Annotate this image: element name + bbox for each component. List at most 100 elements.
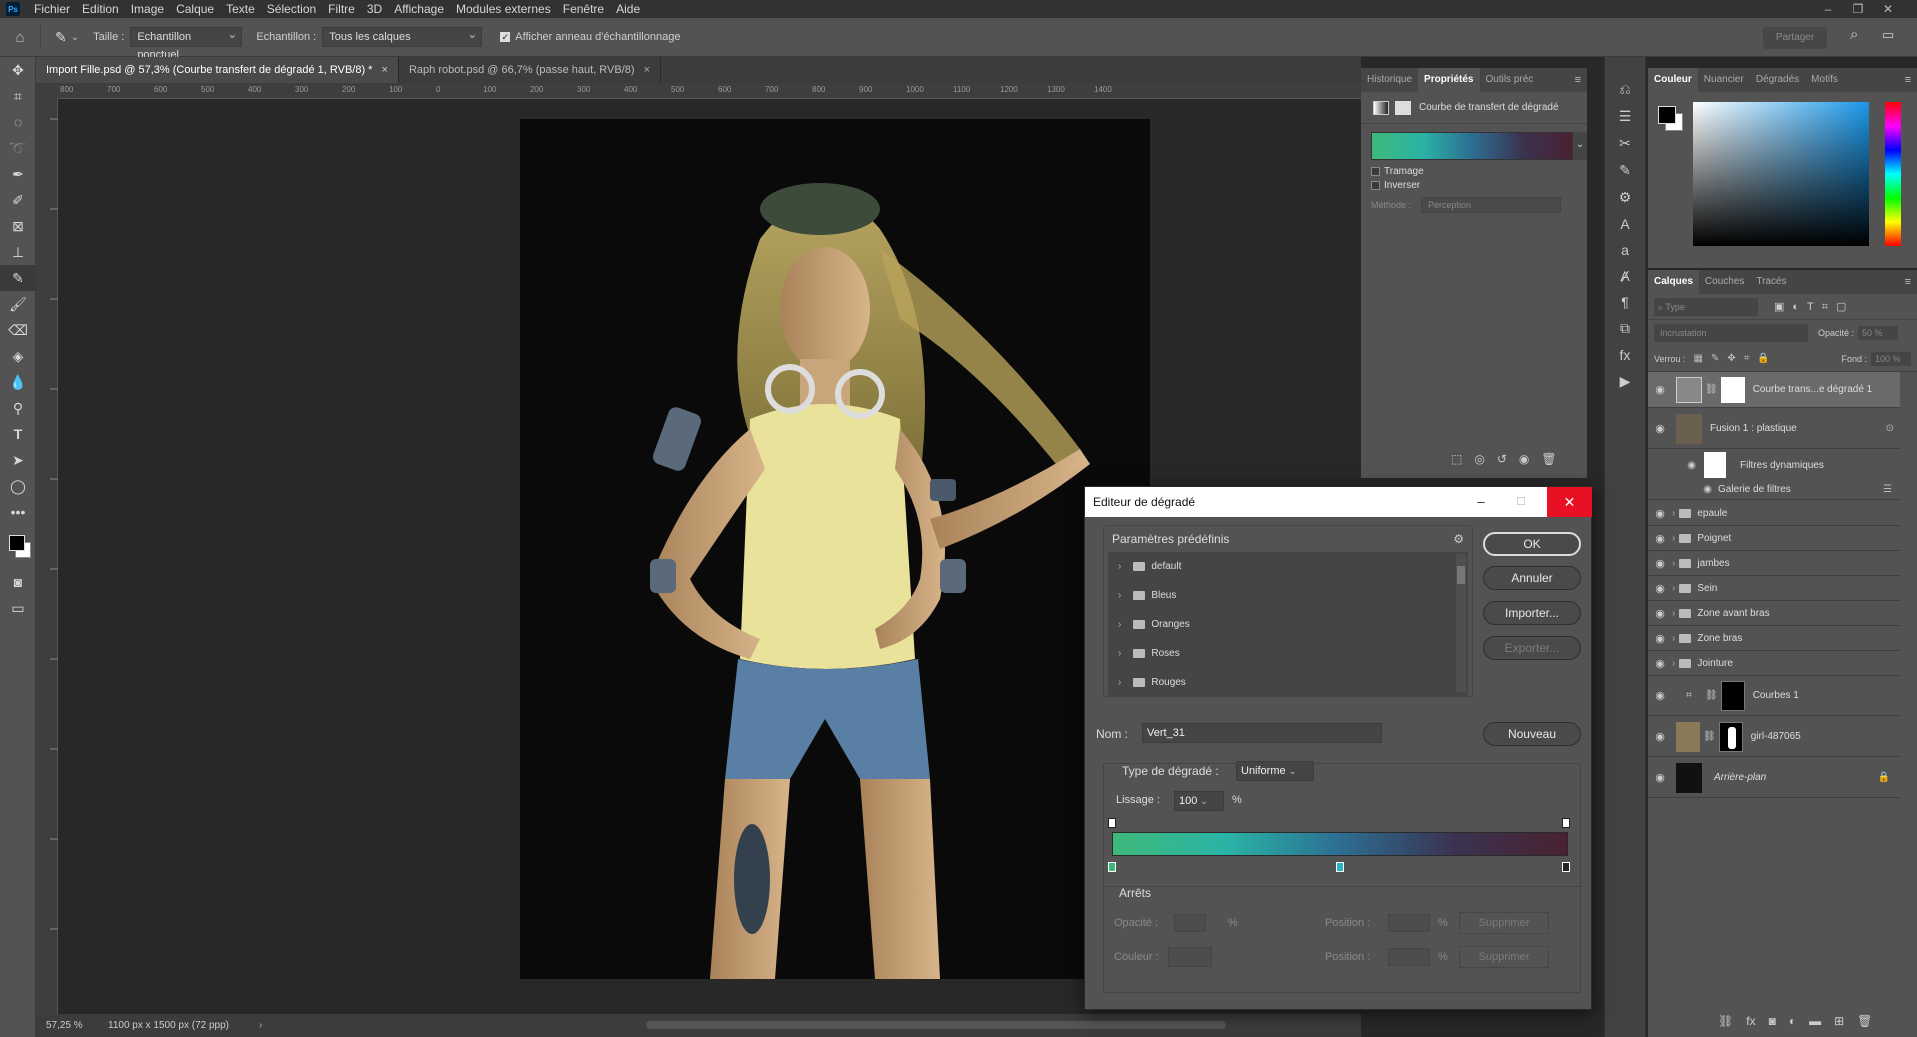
new-group-icon[interactable]: ▬ bbox=[1809, 1014, 1821, 1028]
brush-tool-icon[interactable]: 🖌 bbox=[0, 291, 36, 317]
eye-icon[interactable]: ◉ bbox=[1648, 730, 1672, 743]
character-icon[interactable]: A bbox=[1620, 216, 1629, 232]
preset-folder[interactable]: › Bleus bbox=[1108, 581, 1468, 610]
eye-icon[interactable]: ◉ bbox=[1648, 422, 1672, 435]
chevron-right-icon[interactable]: › bbox=[1118, 619, 1121, 630]
tab-couleur[interactable]: Couleur bbox=[1648, 68, 1698, 92]
path-selection-tool-icon[interactable]: ➤ bbox=[0, 447, 36, 473]
clone-source-icon[interactable]: ⧉ bbox=[1620, 320, 1630, 337]
more-tools-icon[interactable]: ••• bbox=[0, 499, 36, 525]
chevron-right-icon[interactable]: › bbox=[1672, 658, 1675, 669]
eyedropper-tool-icon[interactable]: ✎ bbox=[0, 265, 36, 291]
link-icon[interactable]: ⛓ bbox=[1705, 384, 1718, 395]
menu-selection[interactable]: Sélection bbox=[261, 2, 322, 16]
chevron-right-icon[interactable]: › bbox=[1118, 590, 1121, 601]
crop-tool-icon[interactable]: ⌗ bbox=[0, 83, 36, 109]
name-input[interactable]: Vert_31 bbox=[1142, 723, 1382, 743]
chevron-down-icon[interactable]: ⌄ bbox=[1573, 132, 1587, 160]
menu-3d[interactable]: 3D bbox=[361, 2, 388, 16]
link-icon[interactable]: ⛓ bbox=[1705, 690, 1718, 701]
move-tool-icon[interactable]: ✥ bbox=[0, 57, 36, 83]
import-button[interactable]: Importer... bbox=[1483, 601, 1581, 625]
gradient-type-select[interactable]: Uniforme ⌄ bbox=[1236, 761, 1314, 781]
color-swatch-input[interactable] bbox=[1168, 947, 1212, 967]
layer-row-gradient-map[interactable]: ◉ ⛓ Courbe trans...e dégradé 1 bbox=[1648, 372, 1900, 408]
status-arrow-icon[interactable]: › bbox=[259, 1020, 262, 1031]
tab-historique[interactable]: Historique bbox=[1361, 68, 1418, 92]
menu-modules-externes[interactable]: Modules externes bbox=[450, 2, 557, 16]
gradient-preview[interactable]: ⌄ bbox=[1371, 132, 1587, 160]
foreground-swatch[interactable] bbox=[1658, 106, 1676, 124]
filter-options-icon[interactable]: ☰ bbox=[1883, 484, 1892, 495]
color-stop-left[interactable] bbox=[1108, 862, 1116, 872]
eye-icon[interactable]: ◉ bbox=[1648, 383, 1672, 396]
layer-row-smart-filters[interactable]: ◉ Filtres dynamiques bbox=[1648, 450, 1900, 480]
styles-fx-icon[interactable]: fx bbox=[1620, 347, 1631, 363]
echantillon-select[interactable]: Tous les calques bbox=[322, 25, 483, 47]
layer-row-fusion[interactable]: ◉ Fusion 1 : plastique ⊙ bbox=[1648, 409, 1900, 449]
share-button[interactable]: Partager bbox=[1763, 27, 1827, 49]
link-icon[interactable]: ⛓ bbox=[1703, 731, 1716, 742]
opacity-input[interactable] bbox=[1174, 914, 1206, 932]
color-stop-right[interactable] bbox=[1562, 862, 1570, 872]
tab-proprietes[interactable]: Propriétés bbox=[1418, 68, 1480, 92]
quick-mask-icon[interactable]: ◙ bbox=[0, 569, 36, 595]
preset-folder[interactable]: › Oranges bbox=[1108, 610, 1468, 639]
eye-icon[interactable]: ◉ bbox=[1648, 507, 1672, 520]
pen-tool-icon[interactable]: ✒ bbox=[0, 161, 36, 187]
color-field[interactable] bbox=[1693, 102, 1869, 246]
layer-row-group[interactable]: ◉ › Sein bbox=[1648, 576, 1900, 601]
tools-preset-icon[interactable]: ✂ bbox=[1619, 135, 1631, 152]
paragraph-styles-icon[interactable]: a bbox=[1621, 242, 1629, 258]
clip-to-layer-icon[interactable]: ⬚ bbox=[1451, 452, 1462, 466]
eyedropper-tool-icon[interactable]: ✎ bbox=[55, 29, 67, 46]
layer-row-group[interactable]: ◉ › Zone avant bras bbox=[1648, 601, 1900, 626]
layer-row-group[interactable]: ◉ › jambes bbox=[1648, 551, 1900, 576]
chevron-right-icon[interactable]: › bbox=[1118, 677, 1121, 688]
tab-outils-prec[interactable]: Outils préc bbox=[1480, 68, 1540, 92]
layer-row-filter-gallery[interactable]: ◉ Galerie de filtres ☰ bbox=[1648, 480, 1900, 500]
tramage-option[interactable]: Tramage bbox=[1371, 166, 1587, 177]
quick-selection-tool-icon[interactable]: ✐ bbox=[0, 187, 36, 213]
add-mask-icon[interactable]: ◙ bbox=[1769, 1014, 1776, 1028]
minimize-icon[interactable]: – bbox=[1461, 487, 1501, 517]
menu-affichage[interactable]: Affichage bbox=[388, 2, 450, 16]
layer-row-photo[interactable]: ◉ ⛓ girl-487065 bbox=[1648, 717, 1900, 757]
adjustments-icon[interactable]: ☰ bbox=[1619, 108, 1632, 125]
menu-fenetre[interactable]: Fenêtre bbox=[557, 2, 610, 16]
layer-row-curves[interactable]: ◉ ⌗ ⛓ Courbes 1 bbox=[1648, 676, 1900, 716]
mask-icon[interactable] bbox=[1395, 100, 1411, 115]
opacity-stop-left[interactable] bbox=[1108, 818, 1116, 828]
blur-tool-icon[interactable]: 💧 bbox=[0, 369, 36, 395]
visibility-icon[interactable]: ◉ bbox=[1519, 452, 1529, 466]
eye-icon[interactable]: ◉ bbox=[1648, 460, 1696, 471]
tab-calques[interactable]: Calques bbox=[1648, 270, 1699, 294]
horizontal-scrollbar[interactable] bbox=[646, 1021, 1226, 1029]
layer-row-group[interactable]: ◉ › Zone bras bbox=[1648, 626, 1900, 651]
tool-preset-chevron-icon[interactable]: ⌄ bbox=[71, 32, 79, 43]
eye-icon[interactable]: ◉ bbox=[1648, 532, 1672, 545]
lock-icons[interactable]: ▦✎✥⌗🔒 bbox=[1694, 353, 1778, 364]
menu-texte[interactable]: Texte bbox=[220, 2, 261, 16]
eye-icon[interactable]: ◉ bbox=[1648, 557, 1672, 570]
eye-icon[interactable]: ◉ bbox=[1648, 607, 1672, 620]
search-icon[interactable]: ⌕ bbox=[1850, 26, 1858, 43]
panel-menu-icon[interactable]: ≡ bbox=[1569, 68, 1587, 92]
cancel-button[interactable]: Annuler bbox=[1483, 566, 1581, 590]
chevron-right-icon[interactable]: › bbox=[1118, 561, 1121, 572]
tab-couches[interactable]: Couches bbox=[1699, 270, 1750, 294]
lasso-tool-icon[interactable]: ➰ bbox=[0, 135, 36, 161]
tab-traces[interactable]: Tracés bbox=[1750, 270, 1792, 294]
new-button[interactable]: Nouveau bbox=[1483, 722, 1581, 746]
marquee-tool-icon[interactable]: ◌ bbox=[0, 109, 36, 135]
anneau-checkbox[interactable]: ✓ Afficher anneau d'échantillonnage bbox=[500, 31, 680, 43]
opacity-input[interactable]: 50 % bbox=[1858, 326, 1899, 340]
menu-calque[interactable]: Calque bbox=[170, 2, 220, 16]
chevron-right-icon[interactable]: › bbox=[1672, 508, 1675, 519]
tab-nuancier[interactable]: Nuancier bbox=[1698, 68, 1750, 92]
presets-gear-icon[interactable]: ⚙ bbox=[1453, 532, 1464, 546]
stamp-tool-icon[interactable]: ⊥ bbox=[0, 239, 36, 265]
chevron-right-icon[interactable]: › bbox=[1672, 608, 1675, 619]
glyphs-icon[interactable]: Ⱥ bbox=[1620, 268, 1629, 284]
blend-mode-select[interactable]: Incrustation bbox=[1654, 324, 1808, 342]
